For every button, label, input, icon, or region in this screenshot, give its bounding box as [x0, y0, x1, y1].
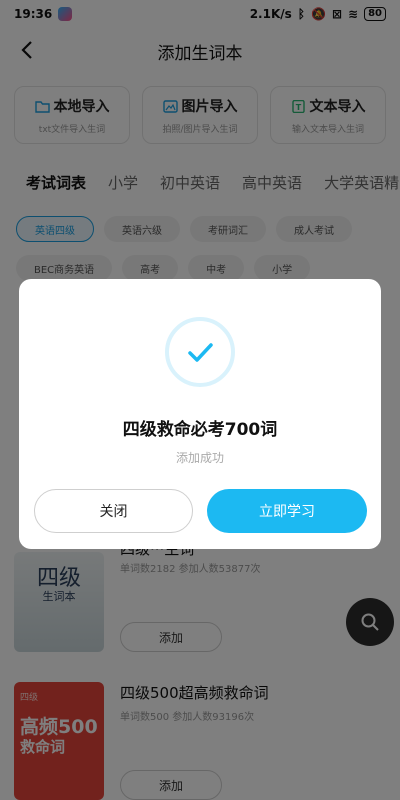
check-icon	[188, 343, 213, 362]
dialog-subtitle: 添加成功	[175, 451, 224, 465]
dialog-title: 四级救命必考700词	[122, 420, 278, 440]
success-dialog: 四级救命必考700词 添加成功 关闭 立即学习	[19, 279, 381, 549]
close-button[interactable]: 关闭	[34, 489, 193, 533]
study-now-button[interactable]: 立即学习	[207, 489, 367, 533]
success-icon	[165, 317, 235, 387]
